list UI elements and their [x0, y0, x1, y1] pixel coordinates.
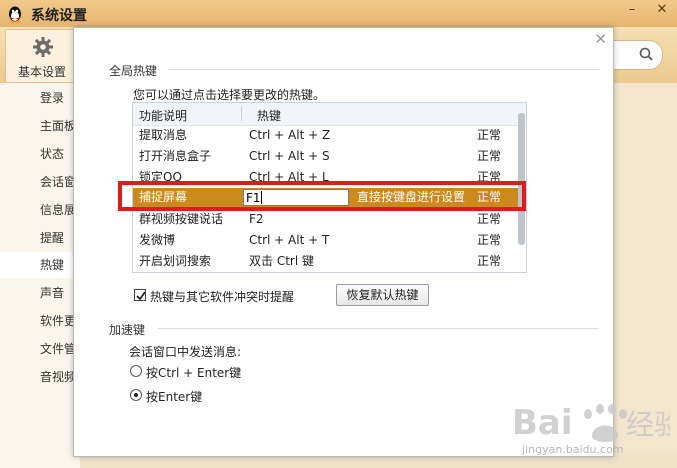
- accelerator-keys-title: 加速键: [109, 323, 146, 337]
- table-row[interactable]: 发微博 Ctrl + Alt + T 正常: [133, 230, 526, 251]
- hotkey-edit-hint: 直接按键盘进行设置: [357, 190, 466, 204]
- sidebar-item-sound[interactable]: 声音: [0, 280, 80, 306]
- radio-enter-label[interactable]: 按Enter键: [146, 388, 202, 405]
- section-divider: [169, 69, 599, 70]
- basic-settings-tab[interactable]: 基本设置: [5, 29, 79, 83]
- sidebar-item-audio-video[interactable]: 音视频: [0, 364, 80, 390]
- sidebar-item-file-management[interactable]: 文件管理: [0, 336, 80, 362]
- radio-ctrl-enter-label[interactable]: 按Ctrl + Enter键: [146, 364, 241, 381]
- send-message-label: 会话窗口中发送消息:: [129, 345, 242, 359]
- sidebar-item-login[interactable]: 登录: [0, 85, 80, 111]
- sidebar-item-software-update[interactable]: 软件更新: [0, 308, 80, 334]
- sidebar-item-reminder[interactable]: 提醒: [0, 225, 80, 251]
- svg-text:Bai: Bai: [512, 403, 573, 443]
- conflict-reminder-checkbox[interactable]: [134, 289, 146, 301]
- title-bar: 系统设置 – ✕: [0, 0, 677, 27]
- list-header: 功能说明 热键: [133, 103, 526, 126]
- sidebar-item-main-panel[interactable]: 主面板: [0, 113, 80, 139]
- search-icon[interactable]: [639, 47, 653, 61]
- sidebar-item-info[interactable]: 信息展示: [0, 197, 80, 223]
- table-row[interactable]: 群视频按键说话 F2 正常: [133, 209, 526, 230]
- list-scrollbar[interactable]: [518, 113, 525, 245]
- section-divider: [158, 328, 599, 329]
- close-icon[interactable]: ✕: [594, 30, 607, 48]
- table-row[interactable]: 打开消息盒子 Ctrl + Alt + S 正常: [133, 146, 526, 167]
- sidebar-item-hotkeys[interactable]: 热键: [0, 252, 80, 278]
- header-function[interactable]: 功能说明: [139, 107, 187, 124]
- table-row[interactable]: 开启划词搜索 双击 Ctrl 键 正常: [133, 251, 526, 272]
- close-window-button[interactable]: ✕: [647, 0, 677, 22]
- radio-selected-dot: [134, 393, 138, 397]
- header-hotkey[interactable]: 热键: [257, 107, 281, 124]
- restore-default-hotkeys-button[interactable]: 恢复默认热键: [336, 284, 429, 306]
- conflict-reminder-label[interactable]: 热键与其它软件冲突时提醒: [150, 288, 294, 305]
- qq-penguin-icon: [9, 6, 21, 23]
- hotkey-hint-text: 您可以通过点击选择要更改的热键。: [133, 88, 326, 102]
- sidebar: 登录 主面板 状态 会话窗口 信息展示 提醒 热键 声音 软件更新 文件管理 音…: [0, 83, 80, 468]
- minimize-button[interactable]: –: [617, 0, 647, 22]
- window-title: 系统设置: [31, 8, 87, 24]
- checkmark-icon: [136, 291, 146, 301]
- table-row[interactable]: 提取消息 Ctrl + Alt + Z 正常: [133, 125, 526, 146]
- hotkey-input[interactable]: F1: [243, 189, 349, 206]
- table-row-selected[interactable]: 捕捉屏幕 F1 直接按键盘进行设置 正常: [133, 188, 526, 207]
- hotkey-list[interactable]: 功能说明 热键 提取消息 Ctrl + Alt + Z 正常 打开消息盒子 Ct…: [132, 102, 527, 273]
- gear-icon: [33, 37, 53, 57]
- sidebar-item-chat-window[interactable]: 会话窗口: [0, 169, 80, 195]
- global-hotkeys-title: 全局热键: [109, 64, 158, 78]
- svg-text:经验: 经验: [626, 408, 670, 441]
- table-row[interactable]: 锁定QQ Ctrl + Alt + L 正常: [133, 167, 526, 185]
- radio-enter[interactable]: [130, 389, 142, 401]
- column-separator: [241, 106, 242, 121]
- basic-settings-label: 基本设置: [17, 65, 66, 79]
- watermark-url: jingyan.baidu.com: [522, 443, 624, 456]
- sidebar-item-status[interactable]: 状态: [0, 141, 80, 167]
- radio-ctrl-enter[interactable]: [130, 365, 142, 377]
